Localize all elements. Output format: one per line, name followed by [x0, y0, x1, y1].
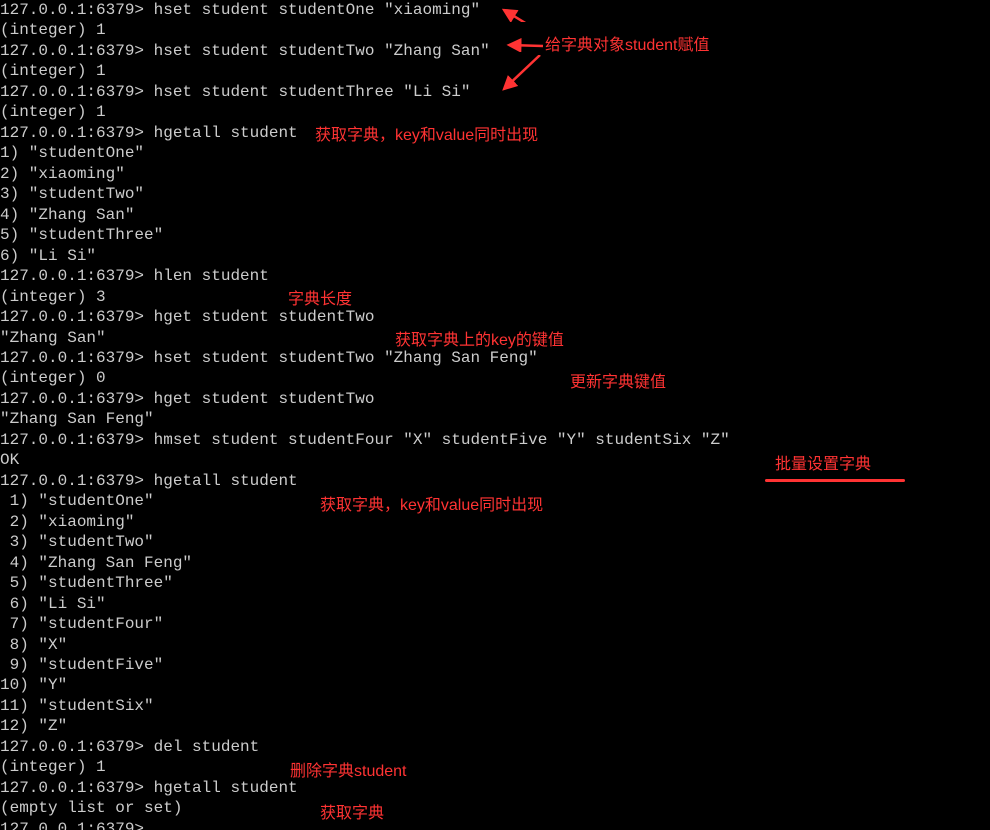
command-line: 127.0.0.1:6379> hget student studentTwo [0, 307, 990, 327]
prompt: 127.0.0.1:6379> [0, 738, 154, 756]
prompt: 127.0.0.1:6379> [0, 42, 154, 60]
output-line: (integer) 1 [0, 757, 990, 777]
output-line: 5) "studentThree" [0, 225, 990, 245]
output-line: (integer) 1 [0, 20, 990, 40]
annotation-assign: 给字典对象student赋值 [545, 36, 710, 56]
output-line: 7) "studentFour" [0, 614, 990, 634]
command-text: hset student studentOne "xiaoming" [154, 1, 480, 19]
prompt: 127.0.0.1:6379> [0, 267, 154, 285]
prompt: 127.0.0.1:6379> [0, 308, 154, 326]
command-text: hset student studentTwo "Zhang San Feng" [154, 349, 538, 367]
output-line: 11) "studentSix" [0, 696, 990, 716]
output-line: 6) "Li Si" [0, 246, 990, 266]
annotation-del: 删除字典student [290, 762, 407, 782]
output-line: 2) "xiaoming" [0, 164, 990, 184]
command-text: hset student studentTwo "Zhang San" [154, 42, 490, 60]
annotation-update: 更新字典键值 [570, 373, 666, 393]
command-line: 127.0.0.1:6379> hmset student studentFou… [0, 430, 990, 450]
command-text: del student [154, 738, 260, 756]
prompt: 127.0.0.1:6379> [0, 431, 154, 449]
output-line: (empty list or set) [0, 798, 990, 818]
annotation-get-kv-1: 获取字典，key和value同时出现 [315, 126, 538, 146]
annotation-get-key: 获取字典上的key的键值 [395, 331, 564, 351]
annotation-get-plain: 获取字典 [320, 804, 384, 824]
output-line: "Zhang San Feng" [0, 409, 990, 429]
command-text: hget student studentTwo [154, 390, 375, 408]
command-text: hgetall student [154, 472, 298, 490]
output-line: 4) "Zhang San" [0, 205, 990, 225]
prompt: 127.0.0.1:6379> [0, 349, 154, 367]
command-line: 127.0.0.1:6379> del student [0, 737, 990, 757]
prompt: 127.0.0.1:6379> [0, 820, 154, 830]
command-text: hlen student [154, 267, 269, 285]
output-line: (integer) 3 [0, 287, 990, 307]
output-line: 8) "X" [0, 635, 990, 655]
output-line: 6) "Li Si" [0, 594, 990, 614]
terminal-output[interactable]: 127.0.0.1:6379> hset student studentOne … [0, 0, 990, 830]
annotation-batch-underline [765, 479, 905, 482]
annotation-batch: 批量设置字典 [775, 455, 871, 475]
prompt: 127.0.0.1:6379> [0, 1, 154, 19]
prompt: 127.0.0.1:6379> [0, 124, 154, 142]
command-text: hget student studentTwo [154, 308, 375, 326]
command-text: hmset student studentFour "X" studentFiv… [154, 431, 730, 449]
output-line: 3) "studentTwo" [0, 184, 990, 204]
prompt: 127.0.0.1:6379> [0, 83, 154, 101]
output-line: 12) "Z" [0, 716, 990, 736]
output-line: 5) "studentThree" [0, 573, 990, 593]
command-text: hgetall student [154, 124, 298, 142]
command-line: 127.0.0.1:6379> hgetall student [0, 778, 990, 798]
annotation-length: 字典长度 [288, 290, 352, 310]
output-line: (integer) 0 [0, 368, 990, 388]
command-text: hset student studentThree "Li Si" [154, 83, 471, 101]
prompt: 127.0.0.1:6379> [0, 390, 154, 408]
command-line: 127.0.0.1:6379> [0, 819, 990, 830]
annotation-get-kv-2: 获取字典，key和value同时出现 [320, 496, 543, 516]
command-text: hgetall student [154, 779, 298, 797]
output-line: 4) "Zhang San Feng" [0, 553, 990, 573]
command-line: 127.0.0.1:6379> hlen student [0, 266, 990, 286]
output-line: (integer) 1 [0, 61, 990, 81]
command-line: 127.0.0.1:6379> hget student studentTwo [0, 389, 990, 409]
command-line: 127.0.0.1:6379> hset student studentThre… [0, 82, 990, 102]
prompt: 127.0.0.1:6379> [0, 472, 154, 490]
output-line: (integer) 1 [0, 102, 990, 122]
output-line: 10) "Y" [0, 675, 990, 695]
command-line: 127.0.0.1:6379> hset student studentOne … [0, 0, 990, 20]
command-line: 127.0.0.1:6379> hset student studentTwo … [0, 41, 990, 61]
output-line: 3) "studentTwo" [0, 532, 990, 552]
output-line: 9) "studentFive" [0, 655, 990, 675]
prompt: 127.0.0.1:6379> [0, 779, 154, 797]
